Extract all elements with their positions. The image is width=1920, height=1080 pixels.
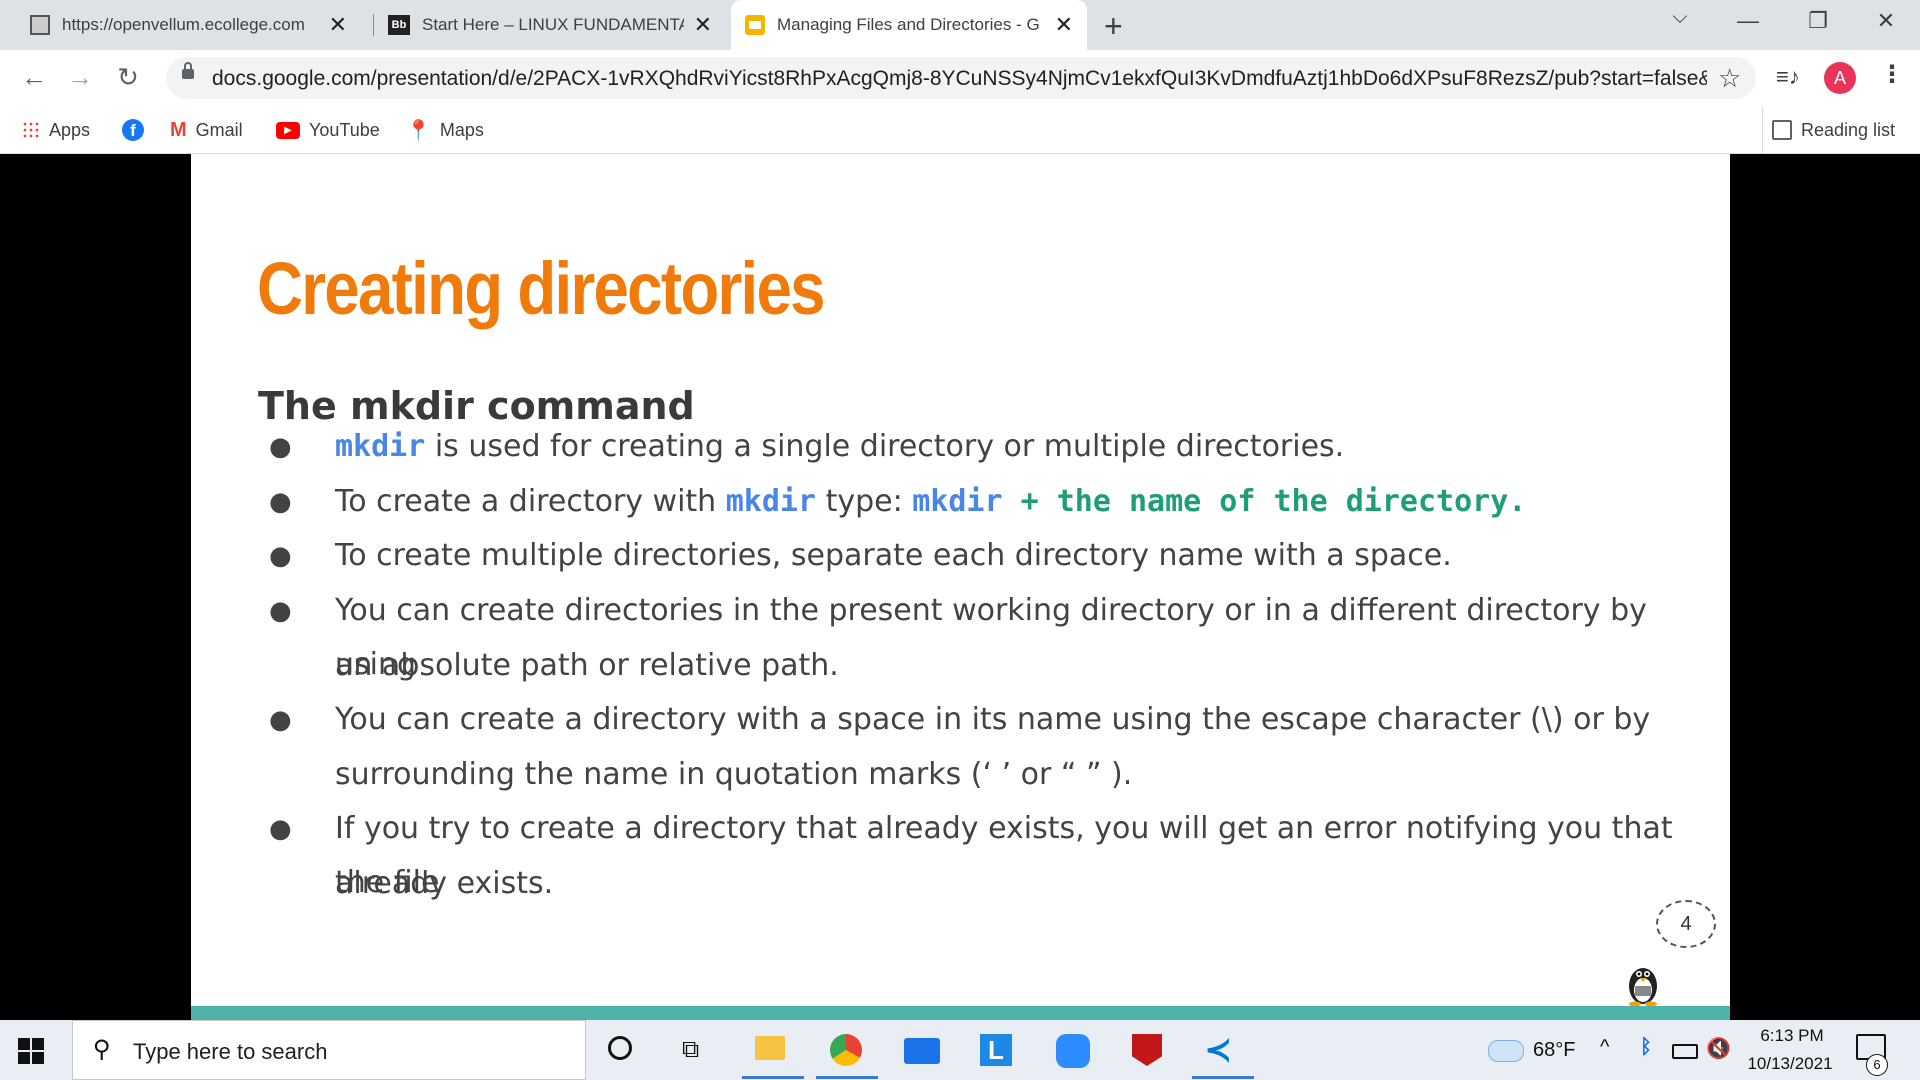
weather-temperature[interactable]: 68°F [1533,1039,1575,1062]
bullet-dot-icon: ● [269,487,292,517]
bullet-dot-icon: ● [269,541,292,571]
bullet-dot-icon: ● [269,705,292,735]
tab-google-slides[interactable]: Managing Files and Directories - Google … [731,0,1087,50]
windows-taskbar: ⚲ Type here to search ⧉ L ≺ 68°F ^ ᛒ 🔇 6… [0,1020,1920,1080]
chrome-icon[interactable] [830,1034,862,1066]
reading-list-icon [1772,120,1792,140]
search-icon: ⚲ [93,1036,111,1063]
notification-count-badge: 6 [1866,1054,1888,1076]
bookmark-star-icon[interactable]: ☆ [1718,63,1741,94]
tab-openvellum[interactable]: https://openvellum.ecollege.com ✕ [16,0,361,50]
tab-title: https://openvellum.ecollege.com [62,15,305,34]
tab-strip: https://openvellum.ecollege.com ✕ Bb Sta… [0,0,1920,50]
new-tab-button[interactable]: + [1104,8,1123,45]
bullet-text: already exists. [335,866,554,901]
bookmark-youtube[interactable]: ▶ YouTube [276,118,380,142]
bookmarks-bar: Apps f M Gmail ▶ YouTube 📍 Maps Reading … [0,106,1920,154]
restore-button[interactable]: ❐ [1798,8,1838,34]
bookmark-label: Apps [49,119,91,140]
task-view-icon[interactable]: ⧉ [682,1036,718,1072]
menu-kebab-icon[interactable]: ⋮ [1880,60,1904,89]
reading-list-label: Reading list [1801,119,1896,140]
tab-search-chevron-icon[interactable]: ⌵ [1660,6,1700,29]
mcafee-icon[interactable] [1132,1034,1162,1066]
running-indicator [742,1076,804,1079]
url-text[interactable]: docs.google.com/presentation/d/e/2PACX-1… [212,67,1707,91]
running-indicator [1192,1076,1254,1079]
taskbar-search-box[interactable]: ⚲ Type here to search [72,1020,586,1080]
bullet-text: type: [816,484,913,519]
vscode-icon[interactable]: ≺ [1204,1032,1240,1068]
tab-linux-fundamentals[interactable]: Bb Start Here – LINUX FUNDAMENTALS ✕ [374,0,726,50]
bookmark-apps[interactable]: Apps [22,118,90,142]
reading-list-button[interactable]: Reading list [1772,118,1895,142]
tux-penguin-icon [1629,968,1657,1006]
bookmark-label: Maps [439,119,484,140]
close-window-button[interactable]: ✕ [1866,8,1906,34]
bookmark-facebook[interactable]: f [122,118,153,142]
bluetooth-icon[interactable]: ᛒ [1640,1036,1652,1059]
running-indicator [816,1076,878,1079]
lock-icon [182,62,194,79]
code-snippet: mkdir [335,429,426,464]
forward-arrow-icon[interactable]: → [64,62,96,92]
page-number-cloud: 4 [1656,900,1716,948]
facebook-icon: f [122,119,144,141]
bookmark-label: Gmail [195,119,243,140]
blackboard-icon: Bb [388,15,410,35]
volume-muted-icon[interactable]: 🔇 [1706,1036,1731,1061]
presentation-slide: Creating directories The mkdir command ●… [191,154,1730,1020]
bullet-dot-icon: ● [269,596,292,626]
mail-icon[interactable] [904,1038,940,1064]
slides-icon [745,15,765,35]
slide-footer-bar [191,1006,1730,1020]
windows-start-icon[interactable] [18,1038,44,1064]
close-tab-icon[interactable]: ✕ [1055,13,1073,37]
tab-title: Start Here – LINUX FUNDAMENTALS [422,15,684,34]
bullet-text: To create multiple directories, separate… [335,538,1452,573]
maps-pin-icon: 📍 [406,119,431,142]
bookmark-gmail[interactable]: M Gmail [170,118,243,142]
browser-toolbar: ← → ↻ docs.google.com/presentation/d/e/2… [0,50,1920,106]
profile-avatar[interactable]: A [1824,62,1856,94]
tray-chevron-up-icon[interactable]: ^ [1600,1036,1609,1059]
file-explorer-icon[interactable] [755,1036,785,1060]
weather-cloud-icon[interactable] [1488,1040,1524,1062]
code-snippet: mkdir [725,484,817,519]
bullet-text: surrounding the name in quotation marks … [335,757,1133,792]
code-snippet: mkdir [912,484,1003,519]
gmail-icon: M [170,118,187,141]
app-l-icon[interactable]: L [980,1034,1012,1066]
bullet-dot-icon: ● [269,814,292,844]
close-tab-icon[interactable]: ✕ [329,13,347,37]
clock-time[interactable]: 6:13 PM [1752,1026,1832,1046]
bookmark-maps[interactable]: 📍 Maps [406,118,484,142]
bookmark-label: YouTube [309,119,380,140]
document-icon [30,15,50,35]
minimize-button[interactable]: — [1728,8,1768,34]
bullet-text: is used for creating a single directory … [425,429,1345,464]
media-queue-icon[interactable]: ≡♪ [1776,64,1800,90]
close-tab-icon[interactable]: ✕ [694,13,712,37]
bullet-text: You can create a directory with a space … [335,702,1651,737]
back-arrow-icon[interactable]: ← [18,62,50,92]
battery-icon[interactable] [1672,1044,1698,1059]
tab-title: Managing Files and Directories - Google … [777,15,1039,34]
address-bar[interactable]: docs.google.com/presentation/d/e/2PACX-1… [166,57,1756,99]
bullet-dot-icon: ● [269,432,292,462]
clock-date[interactable]: 10/13/2021 [1740,1054,1840,1074]
bullet-text: an absolute path or relative path. [335,648,839,683]
zoom-icon[interactable] [1056,1034,1090,1068]
search-placeholder: Type here to search [133,1039,328,1064]
cortana-icon[interactable] [608,1036,632,1060]
reload-icon[interactable]: ↻ [112,62,144,92]
bookmarks-divider [1762,106,1763,154]
apps-grid-icon [22,121,40,139]
code-snippet: + the name of the directory. [1002,484,1527,519]
bullet-text: To create a directory with [335,484,726,519]
slide-title: Creating directories [257,247,826,330]
youtube-icon: ▶ [276,121,300,139]
